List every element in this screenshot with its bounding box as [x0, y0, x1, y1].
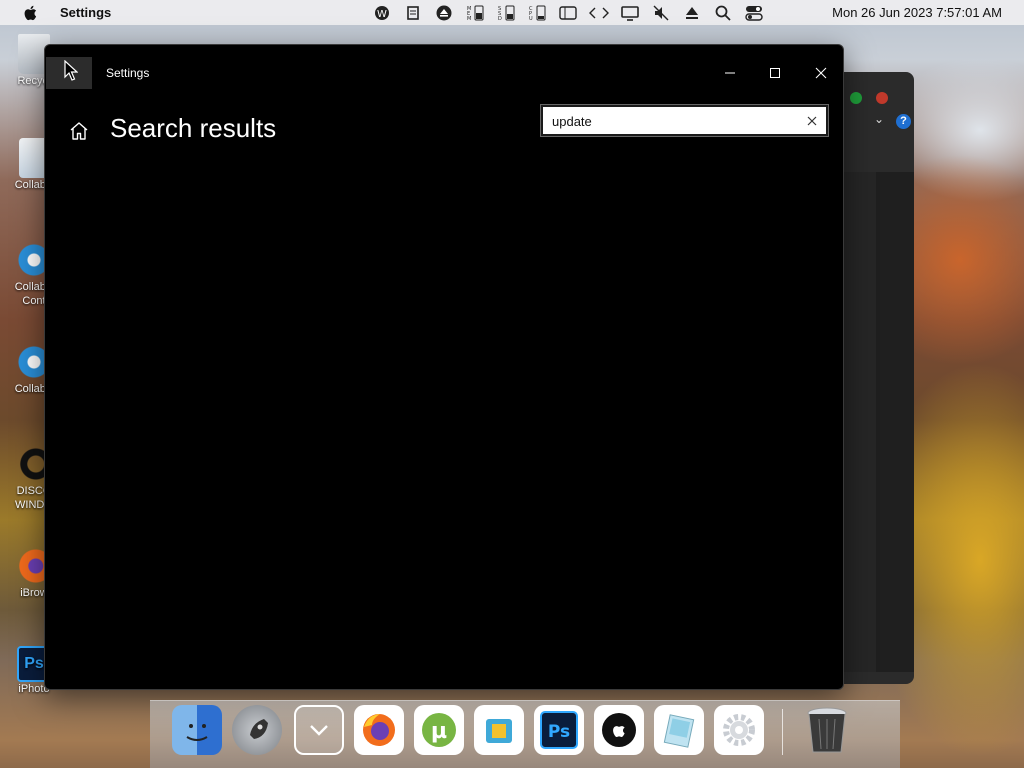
rocket-icon: [250, 719, 268, 739]
code-icon[interactable]: [589, 4, 609, 22]
svg-text:U: U: [529, 16, 533, 22]
chevron-down-icon: [310, 725, 328, 736]
svg-text:W: W: [377, 9, 387, 20]
status-icons: W MEM SSD CPU: [372, 0, 775, 25]
menu-app-name[interactable]: Settings: [60, 5, 111, 20]
window-close-button[interactable]: [876, 92, 888, 104]
dock-item-launchpad[interactable]: [232, 705, 282, 755]
settings-window: Settings Search results: [44, 44, 844, 690]
app-icon[interactable]: W: [372, 4, 392, 22]
chevron-down-icon[interactable]: ⌄: [874, 112, 884, 126]
dock-item-utorrent[interactable]: µ: [414, 705, 464, 755]
mem-icon[interactable]: MEM: [465, 4, 485, 22]
dock-item-finder[interactable]: [172, 705, 222, 755]
dock-item-preview[interactable]: [654, 705, 704, 755]
gear-icon: [723, 714, 755, 746]
preview-icon: [663, 714, 695, 748]
trash-icon: [807, 707, 847, 753]
dock-item-photoshop[interactable]: Ps: [534, 705, 584, 755]
clear-search-button[interactable]: [804, 113, 820, 129]
window-zoom-button[interactable]: [850, 92, 862, 104]
svg-text:Ps: Ps: [548, 722, 570, 742]
eject-circle-icon[interactable]: [434, 4, 454, 22]
mute-icon[interactable]: [651, 4, 671, 22]
mouse-cursor-icon: [64, 60, 78, 81]
page-title: Search results: [110, 113, 277, 143]
dock: µ Ps: [150, 700, 900, 768]
dock-item-downloads[interactable]: [294, 705, 344, 755]
utorrent-icon: µ: [422, 713, 456, 747]
photoshop-icon: Ps: [540, 711, 578, 749]
dock-item-trash[interactable]: [802, 705, 852, 755]
search-box[interactable]: [540, 104, 829, 137]
dock-separator: [782, 709, 783, 755]
search-icon[interactable]: [713, 4, 733, 22]
firefox-icon: [363, 714, 395, 746]
display-icon[interactable]: [620, 4, 640, 22]
search-input[interactable]: [552, 112, 792, 130]
control-center-icon[interactable]: [744, 4, 764, 22]
window-list-icon[interactable]: [558, 4, 578, 22]
dock-item-itunes[interactable]: [594, 705, 644, 755]
window-title: Settings: [106, 66, 150, 80]
clipboard-icon[interactable]: [403, 4, 423, 22]
ssd-icon[interactable]: SSD: [496, 4, 516, 22]
menu-bar: Settings W MEM SSD CPU Mon 26 Jun 2023 7…: [0, 0, 1024, 25]
eject-icon[interactable]: [682, 4, 702, 22]
background-window-scroll[interactable]: [876, 172, 914, 672]
dock-item-firefox[interactable]: [354, 705, 404, 755]
apple-menu-icon[interactable]: [22, 5, 38, 21]
close-button[interactable]: [806, 61, 836, 85]
close-icon: [815, 67, 827, 79]
archive-icon: [486, 719, 512, 743]
svg-text:D: D: [498, 16, 502, 22]
finder-icon: [186, 724, 208, 741]
svg-text:µ: µ: [431, 719, 447, 744]
help-icon[interactable]: ?: [896, 114, 911, 129]
background-window[interactable]: ⌄ ?: [838, 72, 914, 684]
minimize-icon: [725, 72, 735, 74]
apple-icon: [602, 713, 636, 747]
dock-item-archive[interactable]: [474, 705, 524, 755]
svg-text:M: M: [467, 16, 471, 22]
cpu-icon[interactable]: CPU: [527, 4, 547, 22]
dock-item-system-preferences[interactable]: [714, 705, 764, 755]
maximize-icon: [770, 68, 780, 78]
maximize-button[interactable]: [760, 61, 790, 85]
minimize-button[interactable]: [715, 61, 745, 85]
home-icon[interactable]: [67, 119, 91, 143]
title-bar[interactable]: Settings: [45, 45, 843, 101]
menubar-clock[interactable]: Mon 26 Jun 2023 7:57:01 AM: [832, 5, 1002, 20]
close-icon: [807, 116, 817, 126]
